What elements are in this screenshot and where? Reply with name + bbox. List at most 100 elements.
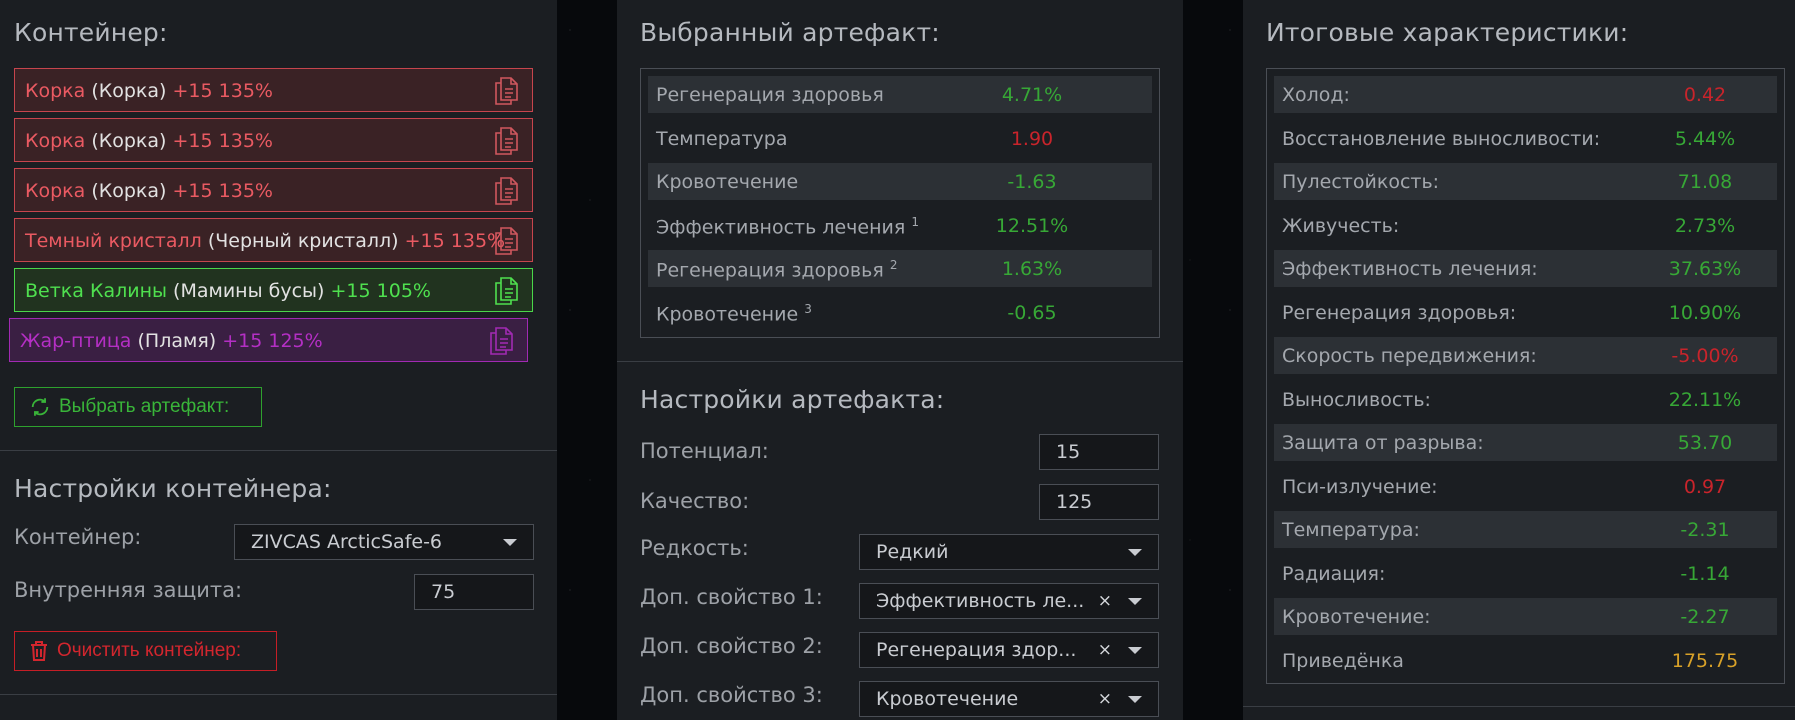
container-slot[interactable]: Ветка Калины (Мамины бусы) +15 105% <box>14 268 533 312</box>
protection-input[interactable]: 75 <box>414 574 534 610</box>
stat-label: Скорость передвижения: <box>1282 345 1537 367</box>
copy-icon[interactable] <box>492 225 520 257</box>
stat-label: Температура: <box>1282 519 1420 541</box>
stat-row: Кровотечение: -2.27 <box>1274 598 1777 635</box>
stat-row: Температура: -2.31 <box>1274 511 1777 548</box>
artifact-settings-title: Настройки артефакта: <box>640 385 945 414</box>
stat-row: Радиация: -1.14 <box>1274 555 1777 592</box>
stat-label-text: Регенерация здоровья: <box>1282 301 1517 324</box>
stat-value: 1.63% <box>1001 258 1063 280</box>
container-slot[interactable]: Корка (Корка) +15 135% <box>14 168 533 212</box>
stat-row: Температура 1.90 <box>648 120 1152 157</box>
stat-label: Регенерация здоровья <box>656 84 884 106</box>
stat-row: Выносливость: 22.11% <box>1274 381 1777 418</box>
stat-label-text: Эффективность лечения <box>656 215 906 238</box>
container-slot[interactable]: Корка (Корка) +15 135% <box>14 68 533 112</box>
stat-row: Регенерация здоровья: 10.90% <box>1274 294 1777 331</box>
stat-value: 71.08 <box>1677 171 1733 193</box>
copy-icon[interactable] <box>492 75 520 107</box>
stat-label: Восстановление выносливости: <box>1282 128 1600 150</box>
stat-row: Регенерация здоровья 2 1.63% <box>648 250 1152 287</box>
stat-label-text: Скорость передвижения: <box>1282 345 1537 367</box>
chevron-down-icon <box>1128 696 1142 703</box>
container-title: Контейнер: <box>14 18 168 47</box>
stat-row: Защита от разрыва: 53.70 <box>1274 424 1777 461</box>
rarity-select[interactable]: Редкий <box>859 534 1159 570</box>
copy-icon[interactable] <box>492 125 520 157</box>
stat-label: Регенерация здоровья 2 <box>656 258 897 281</box>
stat-value: -0.65 <box>1007 301 1057 324</box>
stat-label: Живучесть: <box>1282 215 1399 237</box>
stat-value: 0.97 <box>1683 475 1727 498</box>
slot-artifact-name: Темный кристалл <box>25 230 202 252</box>
stat-label-text: Приведёнка <box>1282 649 1404 672</box>
chevron-down-icon <box>503 539 517 546</box>
clear-icon[interactable]: × <box>1098 640 1112 660</box>
extra-property-1-value: Эффективность ле... <box>876 590 1085 612</box>
slot-artifact-base: (Пламя) <box>137 330 217 352</box>
copy-icon[interactable] <box>487 325 515 357</box>
trash-icon <box>31 641 47 661</box>
stat-value: -2.31 <box>1680 519 1730 541</box>
stat-value: 37.63% <box>1668 258 1742 280</box>
stat-label-text: Пси-излучение: <box>1282 475 1438 498</box>
stat-value: -5.00% <box>1671 345 1739 367</box>
stat-value: 2.73% <box>1674 214 1736 237</box>
stat-label: Эффективность лечения 1 <box>656 215 919 238</box>
slot-artifact-base: (Корка) <box>91 80 167 102</box>
stat-row: Пси-излучение: 0.97 <box>1274 468 1777 505</box>
quality-input[interactable]: 125 <box>1039 484 1159 520</box>
stat-row: Пулестойкость: 71.08 <box>1274 163 1777 200</box>
clear-icon[interactable]: × <box>1098 689 1112 709</box>
stat-label-text: Восстановление выносливости: <box>1282 127 1601 150</box>
selected-artifact-title: Выбранный артефакт: <box>640 18 940 47</box>
stat-label-text: Эффективность лечения: <box>1282 258 1538 280</box>
container-settings-title: Настройки контейнера: <box>14 474 332 503</box>
potential-input[interactable]: 15 <box>1039 434 1159 470</box>
slot-text: Жар-птица (Пламя) +15 125% <box>20 330 323 352</box>
slot-artifact-base: (Мамины бусы) <box>173 280 325 302</box>
selected-artifact-panel: Выбранный артефакт: Регенерация здоровья… <box>617 0 1183 720</box>
slot-text: Корка (Корка) +15 135% <box>25 80 273 102</box>
clear-icon[interactable]: × <box>1098 591 1112 611</box>
container-select[interactable]: ZIVCAS ArcticSafe-6 <box>234 524 534 560</box>
extra-property-1-select[interactable]: Эффективность ле... × <box>859 583 1159 619</box>
slot-artifact-base: (Корка) <box>91 180 167 202</box>
stat-row: Живучесть: 2.73% <box>1274 207 1777 244</box>
stat-label-text: Кровотечение <box>656 171 799 193</box>
divider <box>0 450 557 451</box>
stat-row: Кровотечение 3 -0.65 <box>648 294 1152 331</box>
extra-property-2-value: Регенерация здор... <box>876 639 1077 661</box>
container-label: Контейнер: <box>14 525 142 549</box>
stat-value: -1.63 <box>1007 171 1057 193</box>
stat-label-text: Кровотечение: <box>1282 606 1431 628</box>
stat-label: Пси-излучение: <box>1282 476 1438 498</box>
slot-artifact-base: (Корка) <box>91 130 167 152</box>
stat-label-text: Живучесть: <box>1282 214 1400 237</box>
extra-property-2-select[interactable]: Регенерация здор... × <box>859 632 1159 668</box>
copy-icon[interactable] <box>492 175 520 207</box>
container-panel: Контейнер: Корка (Корка) +15 135% Корка (… <box>0 0 557 720</box>
chevron-down-icon <box>1128 598 1142 605</box>
stat-value: 53.70 <box>1677 432 1733 454</box>
extra-property-3-value: Кровотечение <box>876 688 1019 710</box>
clear-container-button[interactable]: Очистить контейнер: <box>14 631 277 671</box>
stat-value: 1.90 <box>1010 127 1054 150</box>
slot-artifact-level: +15 135% <box>172 130 273 152</box>
stat-label-text: Регенерация здоровья <box>656 259 884 282</box>
select-artifact-button[interactable]: Выбрать артефакт: <box>14 387 262 427</box>
divider <box>0 694 557 695</box>
stat-value: 175.75 <box>1671 649 1739 672</box>
stat-row: Регенерация здоровья 4.71% <box>648 76 1152 113</box>
extra-property-3-select[interactable]: Кровотечение × <box>859 681 1159 717</box>
stat-label: Кровотечение 3 <box>656 302 812 325</box>
container-slot[interactable]: Темный кристалл (Черный кристалл) +15 13… <box>14 218 533 262</box>
slot-artifact-level: +15 135% <box>172 180 273 202</box>
slot-artifact-name: Жар-птица <box>20 330 132 352</box>
stat-row: Эффективность лечения 1 12.51% <box>648 207 1152 244</box>
container-slot[interactable]: Корка (Корка) +15 135% <box>14 118 533 162</box>
container-slot[interactable]: Жар-птица (Пламя) +15 125% <box>9 318 528 362</box>
stat-label: Кровотечение <box>656 171 798 193</box>
copy-icon[interactable] <box>492 275 520 307</box>
stat-label-text: Выносливость: <box>1282 388 1431 411</box>
